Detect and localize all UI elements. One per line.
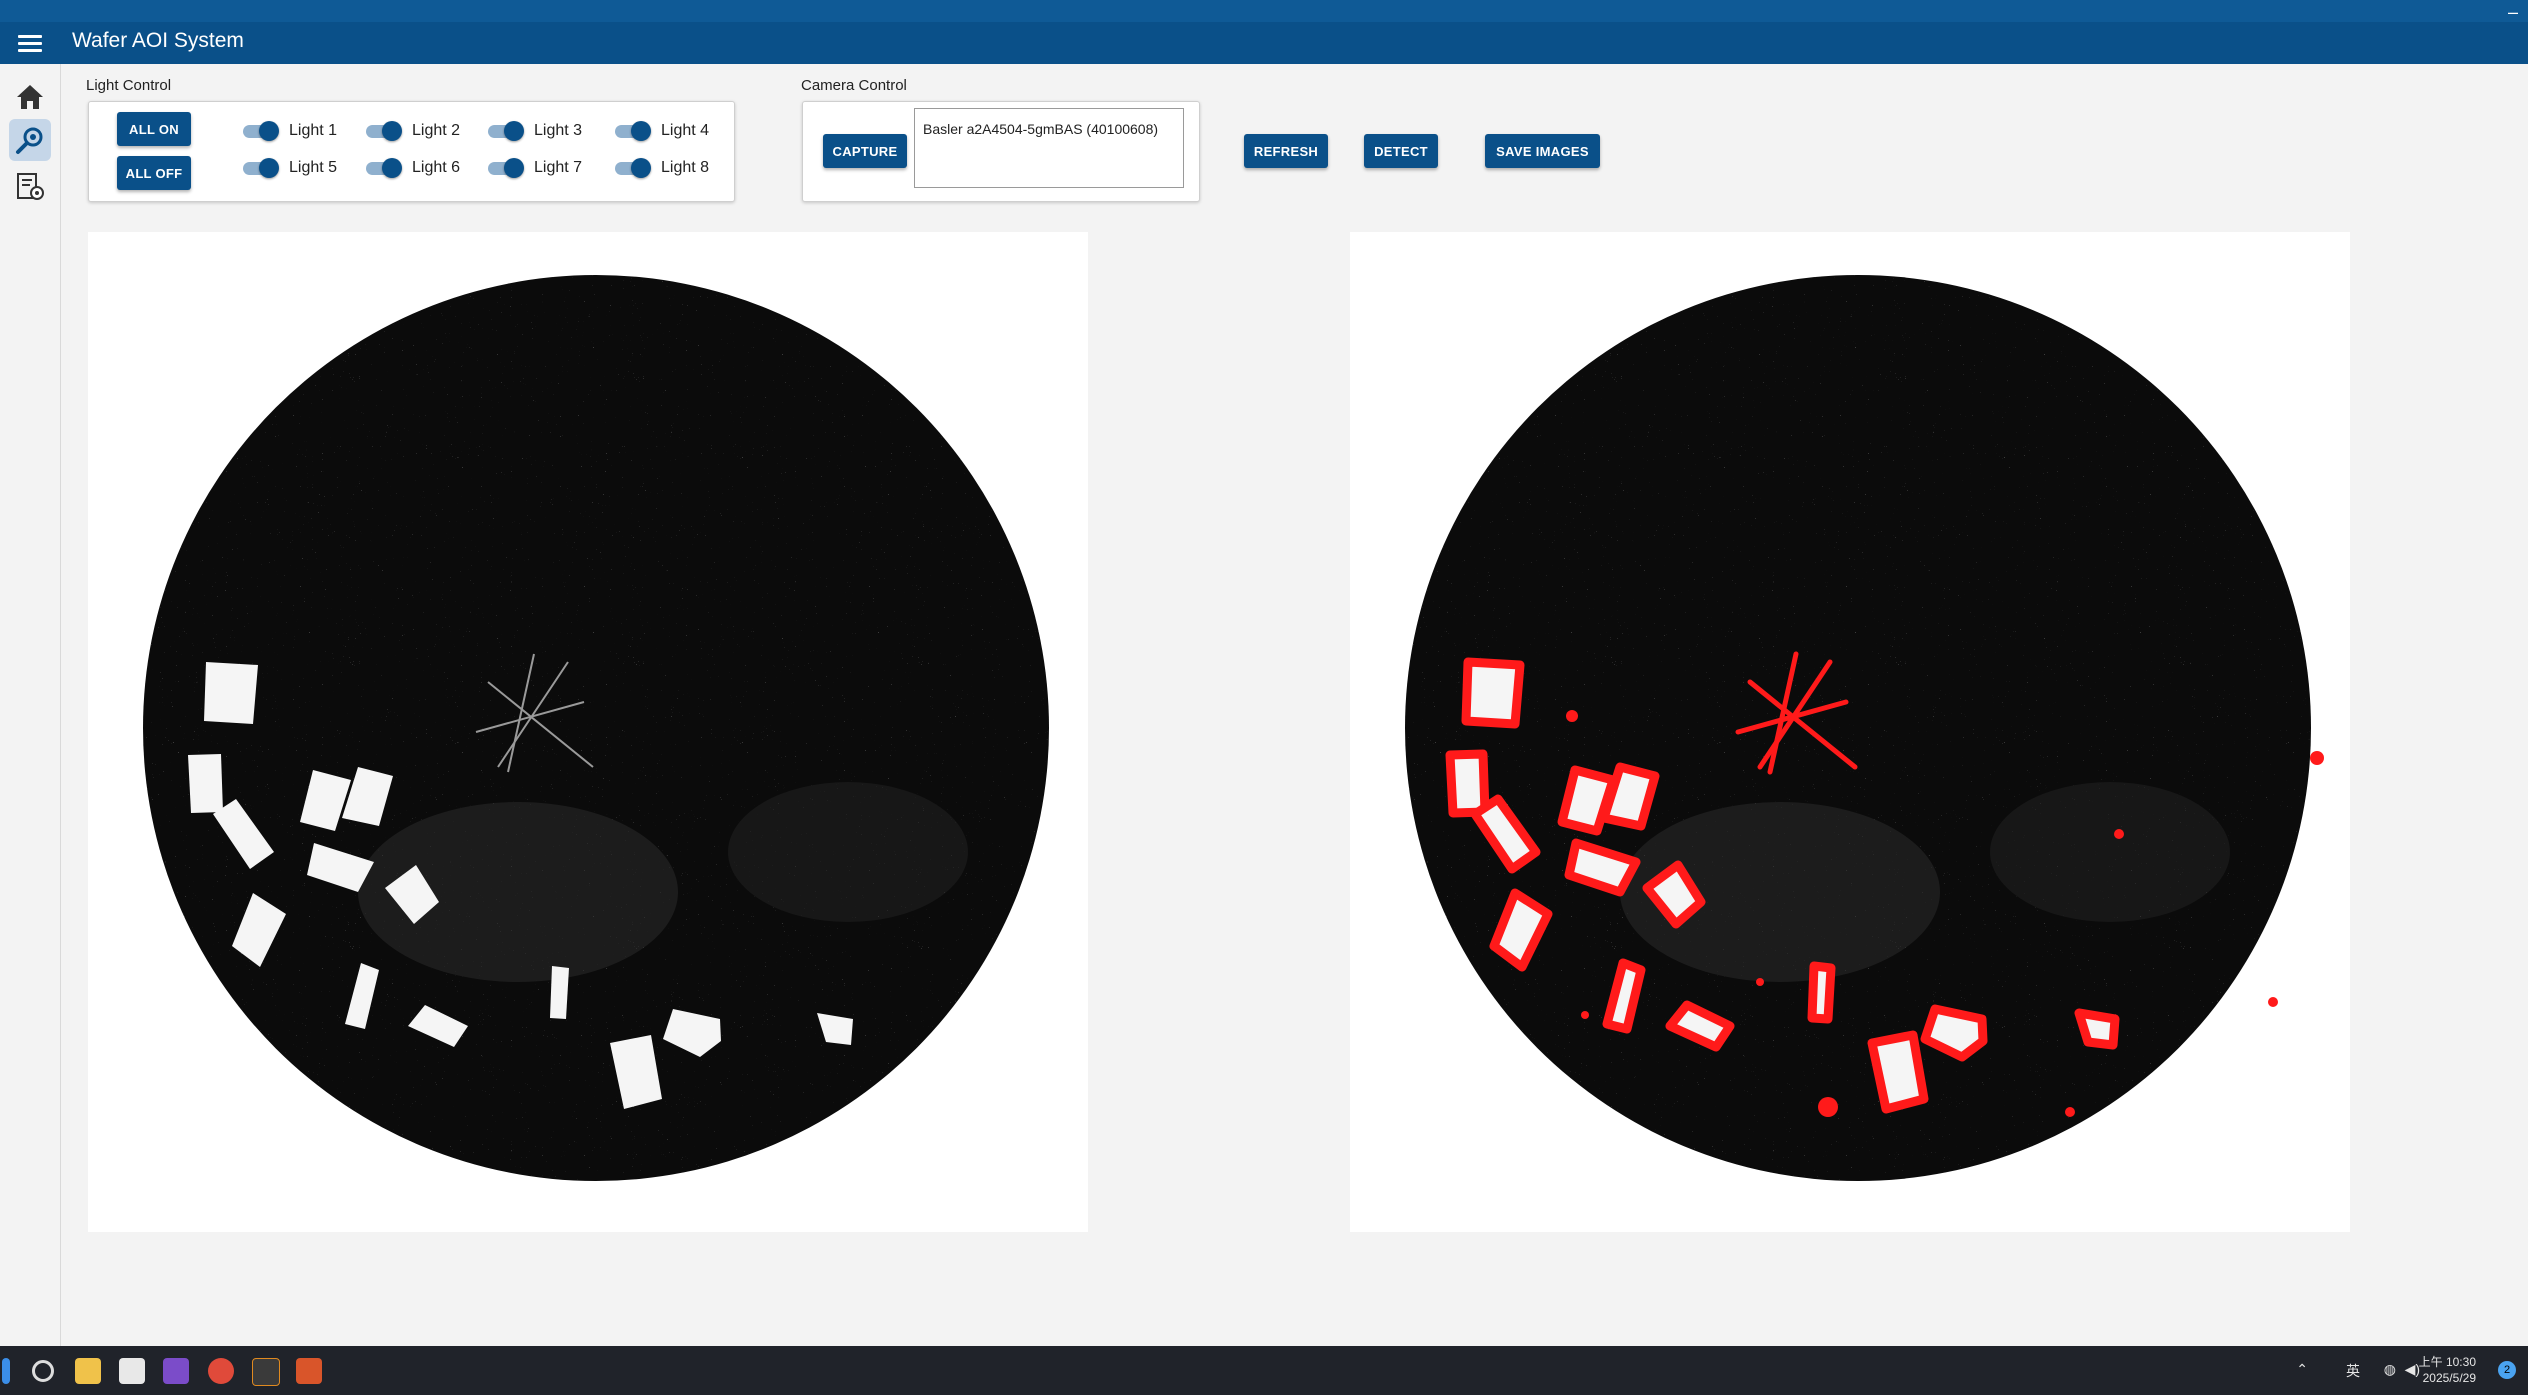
hamburger-menu-icon[interactable] <box>18 32 42 54</box>
toggle-switch[interactable] <box>364 119 404 143</box>
light-label: Light 1 <box>289 122 338 139</box>
db-tool-icon[interactable] <box>296 1358 322 1384</box>
camera-control-label: Camera Control <box>801 77 907 94</box>
wafer-image-detected <box>1405 275 2324 1181</box>
light-label: Light 5 <box>289 159 338 176</box>
network-icon[interactable]: ◍ <box>2384 1361 2396 1378</box>
app-icon[interactable] <box>119 1358 145 1384</box>
tray-chevron-icon[interactable]: ⌃ <box>2296 1361 2308 1378</box>
light-label: Light 6 <box>412 159 461 176</box>
clock-date: 2025/5/29 <box>2422 1371 2476 1385</box>
window-chrome-strip <box>0 0 2528 22</box>
light-1-toggle[interactable]: Light 1 <box>241 119 337 143</box>
file-explorer-icon[interactable] <box>75 1358 101 1384</box>
ime-indicator[interactable]: 英 <box>2346 1361 2360 1381</box>
toggle-switch[interactable] <box>364 156 404 180</box>
light-6-toggle[interactable]: Light 6 <box>364 156 460 180</box>
light-label: Light 3 <box>534 122 583 139</box>
all-on-button[interactable]: ALL ON <box>117 112 191 146</box>
light-control-label: Light Control <box>86 77 172 94</box>
recipe-settings-icon[interactable] <box>9 166 51 208</box>
app-title: Wafer AOI System <box>72 29 244 52</box>
detect-button[interactable]: DETECT <box>1364 134 1438 168</box>
toggle-switch[interactable] <box>241 156 281 180</box>
light-label: Light 2 <box>412 122 461 139</box>
toggle-switch[interactable] <box>613 119 653 143</box>
visual-studio-icon[interactable] <box>163 1358 189 1384</box>
search-icon[interactable] <box>32 1360 54 1382</box>
title-bar: – Wafer AOI System <box>0 0 2528 64</box>
light-5-toggle[interactable]: Light 5 <box>241 156 337 180</box>
toggle-switch[interactable] <box>241 119 281 143</box>
notification-badge[interactable]: 2 <box>2498 1361 2516 1379</box>
light-3-toggle[interactable]: Light 3 <box>486 119 582 143</box>
light-control-panel: ALL ON ALL OFF Light 1 Light 2 Light 3 L… <box>88 101 735 202</box>
light-4-toggle[interactable]: Light 4 <box>613 119 709 143</box>
left-nav <box>0 64 61 1346</box>
minimize-button[interactable]: – <box>2508 2 2518 23</box>
detection-result-panel <box>1350 232 2350 1232</box>
toggle-switch[interactable] <box>486 119 526 143</box>
clock-time: 上午 10:30 <box>2418 1355 2476 1369</box>
toggle-switch[interactable] <box>613 156 653 180</box>
chrome-icon[interactable] <box>208 1358 234 1384</box>
capture-button[interactable]: CAPTURE <box>823 134 907 168</box>
light-2-toggle[interactable]: Light 2 <box>364 119 460 143</box>
home-icon[interactable] <box>9 76 51 118</box>
light-8-toggle[interactable]: Light 8 <box>613 156 709 180</box>
light-label: Light 4 <box>661 122 710 139</box>
original-image-panel <box>88 232 1088 1232</box>
toggle-switch[interactable] <box>486 156 526 180</box>
light-label: Light 7 <box>534 159 583 176</box>
start-icon[interactable] <box>2 1358 10 1384</box>
clock[interactable]: 上午 10:30 2025/5/29 <box>2419 1354 2476 1386</box>
refresh-button[interactable]: REFRESH <box>1244 134 1328 168</box>
inspection-icon[interactable] <box>9 119 51 161</box>
all-off-button[interactable]: ALL OFF <box>117 156 191 190</box>
windows-taskbar: ⌃ 英 ◍ ◀) 上午 10:30 2025/5/29 2 <box>0 1346 2528 1395</box>
save-images-button[interactable]: SAVE IMAGES <box>1485 134 1600 168</box>
light-7-toggle[interactable]: Light 7 <box>486 156 582 180</box>
tool-icon[interactable] <box>252 1358 280 1386</box>
camera-list-item[interactable]: Basler a2A4504-5gmBAS (40100608) <box>923 121 1158 137</box>
camera-list[interactable]: Basler a2A4504-5gmBAS (40100608) <box>914 108 1184 188</box>
wafer-image-original <box>143 275 1049 1181</box>
light-label: Light 8 <box>661 159 710 176</box>
